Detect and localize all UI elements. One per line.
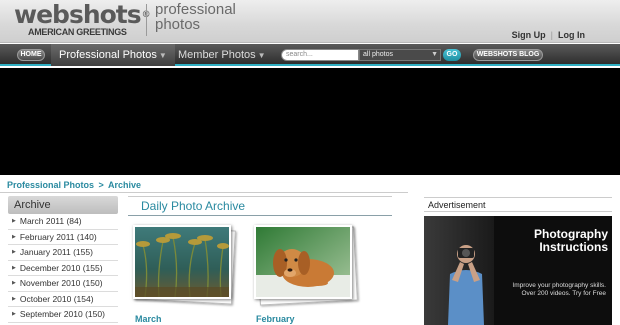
tab-member-photos[interactable]: Member Photos ▼ <box>170 44 274 66</box>
account-links: Sign Up | Log In <box>507 30 590 40</box>
archive-item-october-2010[interactable]: ▶ October 2010 (154) <box>8 292 118 307</box>
photography-instructions-ad[interactable]: Photography Instructions Improve your ph… <box>424 216 612 325</box>
archive-item-february-2011[interactable]: ▶ February 2011 (140) <box>8 230 118 245</box>
logo-subtitle: AMERICAN GREETINGS <box>28 27 127 37</box>
ad-title: Photography Instructions <box>534 227 608 254</box>
logo-divider <box>146 4 147 36</box>
bullet-arrow-icon: ▶ <box>12 280 16 286</box>
page-title: Daily Photo Archive <box>141 199 246 213</box>
archive-item-november-2010[interactable]: ▶ November 2010 (150) <box>8 276 118 292</box>
archive-item-september-2010[interactable]: ▶ September 2010 (150) <box>8 307 118 323</box>
breadcrumb: Professional Photos > Archive <box>7 180 142 190</box>
search-input[interactable]: search... <box>281 49 359 61</box>
sign-up-link[interactable]: Sign Up <box>507 30 551 40</box>
bullet-arrow-icon: ▶ <box>12 218 16 224</box>
archive-item-december-2010[interactable]: ▶ December 2010 (155) <box>8 261 118 276</box>
logo-tagline: professional photos <box>155 1 236 33</box>
chevron-down-icon: ▼ <box>431 51 438 58</box>
archive-item-january-2011[interactable]: ▶ January 2011 (155) <box>8 245 118 261</box>
ad-body: Improve your photography skills. Over 20… <box>512 282 606 297</box>
webshots-logo[interactable]: webshots® AMERICAN GREETINGS <box>14 0 151 37</box>
archive-sidebar: Archive ▶ March 2011 (84) ▶ February 2011 … <box>8 196 118 323</box>
main-top-divider <box>128 196 392 197</box>
main-nav: HOME Professional Photos ▼ Member Photos ▼… <box>0 44 620 66</box>
archive-heading: Archive <box>8 196 118 214</box>
chevron-down-icon: ▼ <box>158 51 167 60</box>
breadcrumb-divider <box>0 192 408 193</box>
breadcrumb-archive[interactable]: Archive <box>108 180 141 190</box>
archive-item-march-2011[interactable]: ▶ March 2011 (84) <box>8 214 118 230</box>
search-scope-select[interactable]: all photos ▼ <box>359 49 441 61</box>
february-photo[interactable] <box>254 225 352 299</box>
advertisement-label: Advertisement <box>424 197 612 212</box>
log-in-link[interactable]: Log In <box>553 30 590 40</box>
chevron-down-icon: ▼ <box>257 51 266 60</box>
thumb-caption-march[interactable]: March <box>135 314 162 324</box>
webshots-blog-button[interactable]: WEBSHOTS BLOG <box>473 49 543 61</box>
home-button[interactable]: HOME <box>17 49 45 61</box>
tab-professional-photos[interactable]: Professional Photos ▼ <box>51 44 175 66</box>
march-photo[interactable] <box>133 225 231 299</box>
bullet-arrow-icon: ▶ <box>12 233 16 240</box>
bullet-arrow-icon: ▶ <box>12 295 16 302</box>
breadcrumb-professional-photos[interactable]: Professional Photos <box>7 180 94 190</box>
hero-banner <box>0 68 620 175</box>
thumb-caption-february[interactable]: February <box>256 314 295 324</box>
search-go-button[interactable]: GO <box>443 49 461 61</box>
bullet-arrow-icon: ▶ <box>12 249 16 255</box>
bullet-arrow-icon: ▶ <box>12 264 16 271</box>
photographer-image <box>448 245 484 325</box>
site-header: webshots® AMERICAN GREETINGS professiona… <box>0 0 620 43</box>
archive-list: ▶ March 2011 (84) ▶ February 2011 (140) ▶ J… <box>8 214 118 323</box>
logo-wordmark: webshots® <box>14 0 151 29</box>
bullet-arrow-icon: ▶ <box>12 311 16 317</box>
title-divider <box>128 215 392 216</box>
